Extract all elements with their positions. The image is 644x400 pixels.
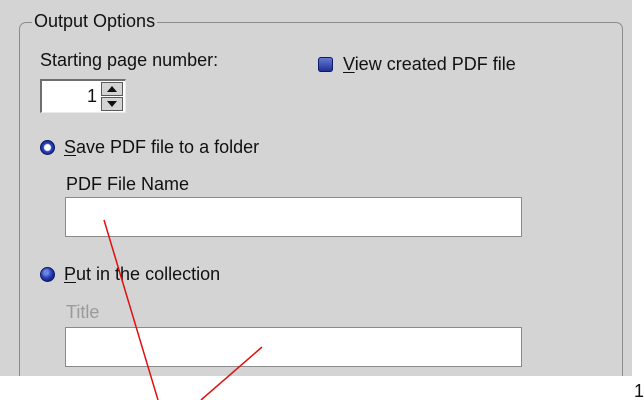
output-options-panel: Output Options Starting page number: 1 V… — [0, 0, 632, 376]
starting-page-value[interactable]: 1 — [87, 85, 97, 107]
put-in-collection-mnemonic: P — [64, 264, 77, 284]
put-in-collection-radio[interactable] — [40, 267, 55, 282]
view-pdf-checkbox[interactable] — [318, 57, 333, 72]
spinner-down-button[interactable] — [101, 97, 123, 111]
pdf-file-name-input[interactable] — [65, 197, 522, 237]
put-in-collection-label-text: ut in the collection — [76, 264, 221, 284]
arrow-up-icon — [107, 86, 117, 92]
save-to-folder-radio[interactable] — [40, 140, 55, 155]
save-to-folder-label[interactable]: Save PDF file to a folder — [64, 136, 259, 158]
title-input[interactable] — [65, 327, 522, 367]
save-to-folder-mnemonic: S — [64, 137, 77, 157]
pdf-file-name-label: PDF File Name — [66, 174, 190, 194]
save-to-folder-label-text: ave PDF file to a folder — [76, 137, 260, 157]
title-field-label: Title — [66, 302, 100, 322]
view-pdf-label[interactable]: View created PDF file — [343, 53, 516, 75]
starting-page-label: Starting page number: — [40, 50, 219, 70]
starting-page-spinner[interactable]: 1 — [40, 79, 126, 113]
edge-glyph: 1 — [634, 381, 644, 400]
screenshot-stage: Output Options Starting page number: 1 V… — [0, 0, 644, 400]
put-in-collection-label[interactable]: Put in the collection — [64, 263, 220, 285]
view-pdf-label-text: iew created PDF file — [354, 54, 516, 74]
view-pdf-mnemonic: V — [343, 54, 355, 74]
spinner-up-button[interactable] — [101, 82, 123, 96]
arrow-down-icon — [107, 101, 117, 107]
group-title: Output Options — [32, 10, 158, 32]
